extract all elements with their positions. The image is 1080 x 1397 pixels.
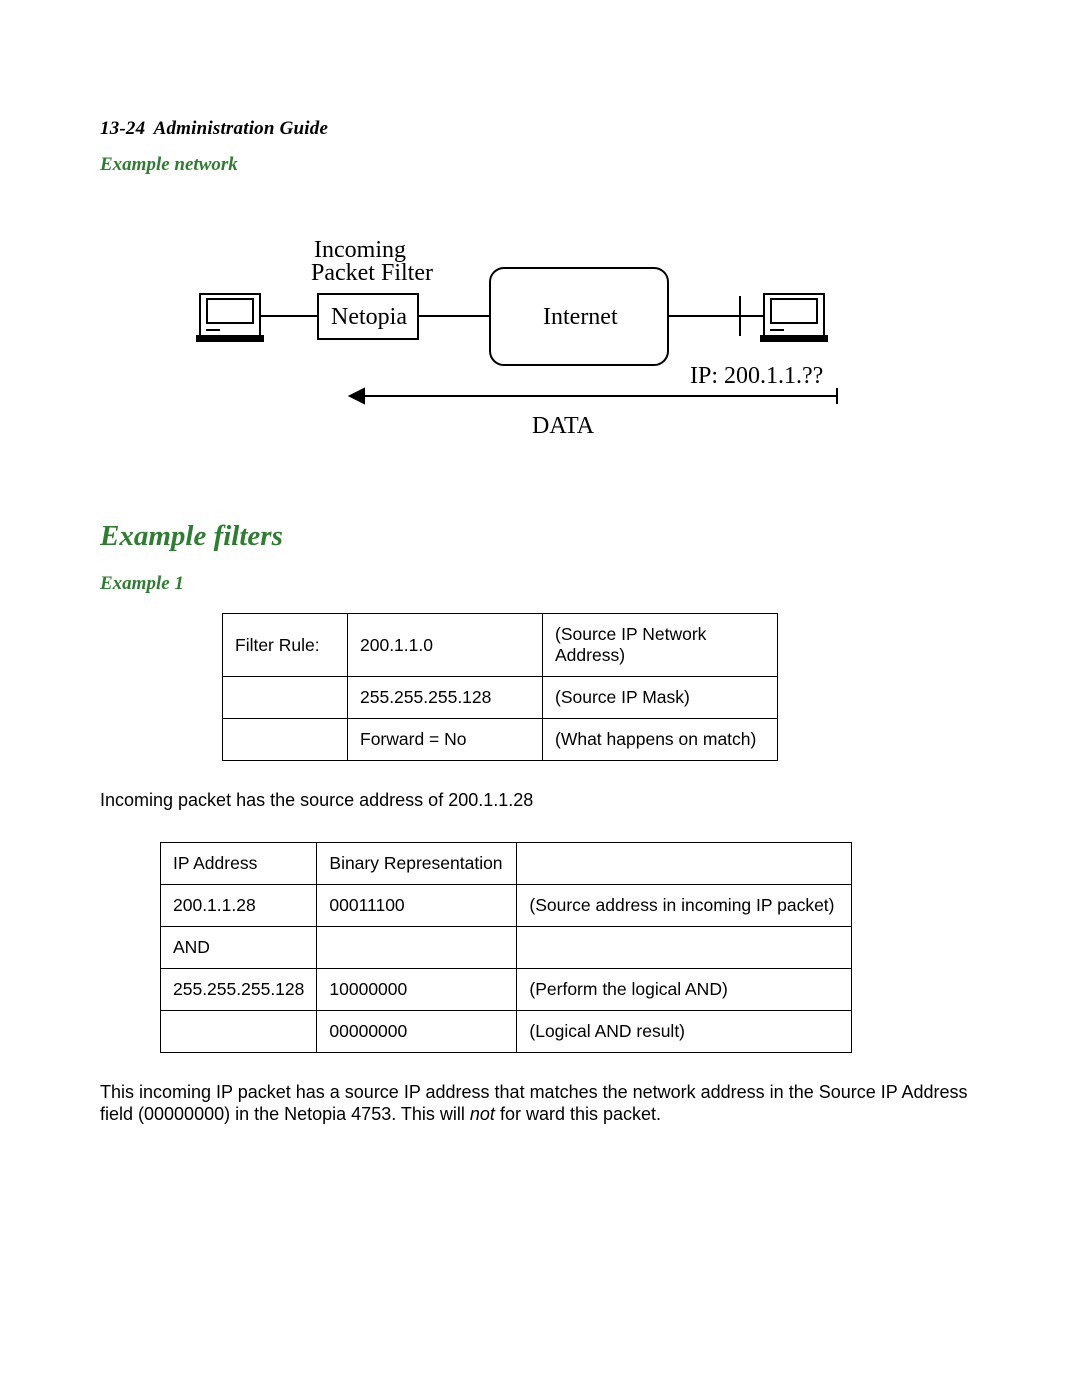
page-header: 13-24 Administration Guide [100,118,980,140]
cell: (Source IP Mask) [543,677,778,719]
table-row: 255.255.255.128 (Source IP Mask) [223,677,778,719]
cell: (Source IP Network Address) [543,614,778,677]
cell: (Perform the logical AND) [517,968,852,1010]
cell [317,926,517,968]
label-packet-filter: Packet Filter [311,261,433,285]
text-italic-not: not [470,1104,495,1124]
cell: 255.255.255.128 [161,968,317,1010]
label-incoming: Incoming [314,238,406,262]
cell: IP Address [161,842,317,884]
cell: (Source address in incoming IP packet) [517,884,852,926]
table-row: Forward = No (What happens on match) [223,719,778,761]
document-page: 13-24 Administration Guide Example netwo… [0,0,1080,1397]
cell: (Logical AND result) [517,1010,852,1052]
cell: 10000000 [317,968,517,1010]
text: for ward this packet. [495,1104,661,1124]
cell: 255.255.255.128 [348,677,543,719]
label-internet: Internet [543,305,618,329]
body-text-result: This incoming IP packet has a source IP … [100,1081,980,1126]
diagram-svg [100,246,980,476]
table-row: 00000000 (Logical AND result) [161,1010,852,1052]
section-heading-example-network: Example network [100,154,980,176]
label-data: DATA [532,414,594,438]
table-row: IP Address Binary Representation [161,842,852,884]
cell: Forward = No [348,719,543,761]
cell: 200.1.1.0 [348,614,543,677]
page-title: Administration Guide [154,118,329,139]
section-heading-example-filters: Example filters [100,520,980,553]
cell: (What happens on match) [543,719,778,761]
cell [161,1010,317,1052]
subsection-heading-example-1: Example 1 [100,573,980,595]
label-ip: IP: 200.1.1.?? [690,364,823,388]
cell [223,719,348,761]
cell [517,842,852,884]
cell: 00011100 [317,884,517,926]
cell [517,926,852,968]
logical-and-table: IP Address Binary Representation 200.1.1… [160,842,852,1053]
table-row: AND [161,926,852,968]
page-number: 13-24 [100,118,145,139]
cell: 00000000 [317,1010,517,1052]
cell: Binary Representation [317,842,517,884]
cell: 200.1.1.28 [161,884,317,926]
table-row: 200.1.1.28 00011100 (Source address in i… [161,884,852,926]
cell [223,677,348,719]
body-text-incoming-packet: Incoming packet has the source address o… [100,789,980,812]
cell: Filter Rule: [223,614,348,677]
filter-rule-table: Filter Rule: 200.1.1.0 (Source IP Networ… [222,613,778,761]
cell: AND [161,926,317,968]
table-row: 255.255.255.128 10000000 (Perform the lo… [161,968,852,1010]
network-diagram: Incoming Packet Filter Netopia Internet … [100,246,980,476]
table-row: Filter Rule: 200.1.1.0 (Source IP Networ… [223,614,778,677]
label-netopia: Netopia [331,305,407,329]
